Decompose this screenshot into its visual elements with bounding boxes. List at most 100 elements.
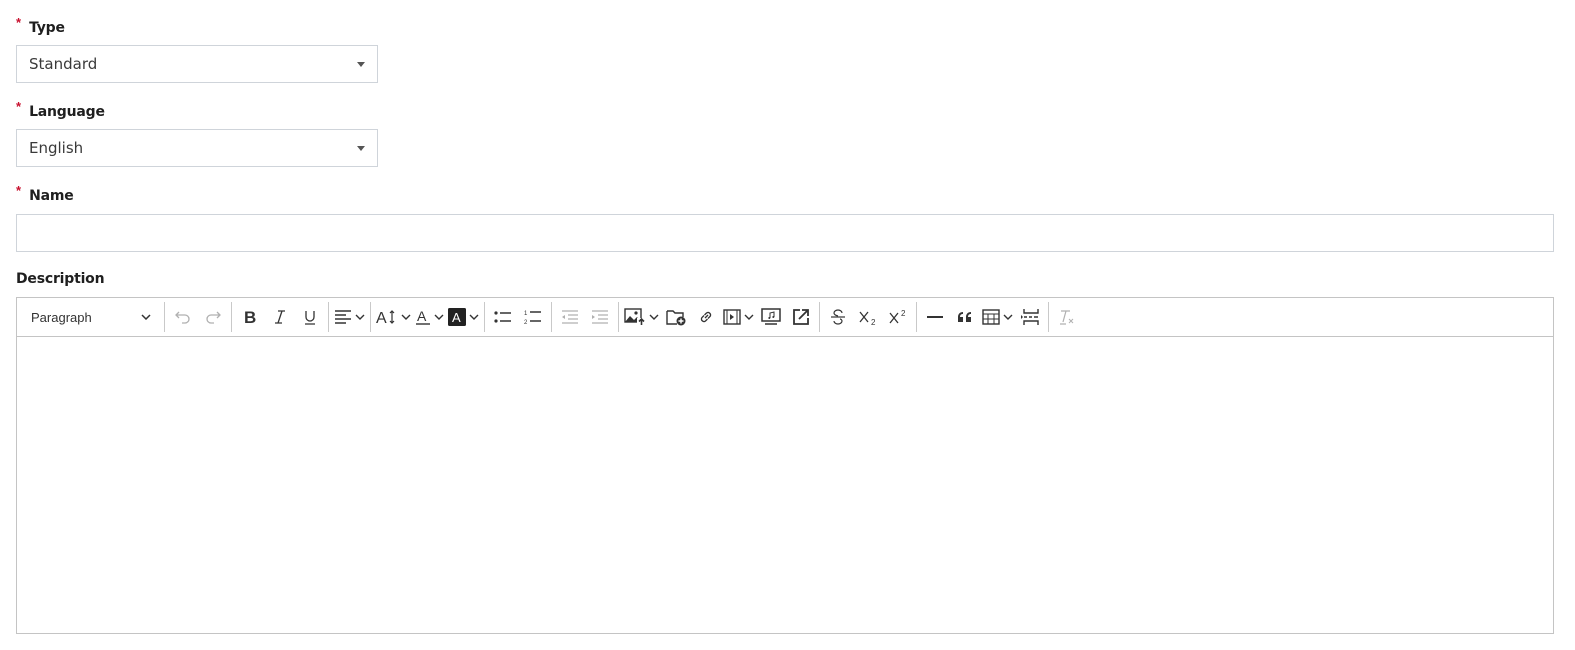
table-icon: [982, 309, 1000, 325]
toolbar-separator: [618, 302, 619, 332]
remove-format-button[interactable]: [1052, 301, 1082, 333]
undo-button[interactable]: [168, 301, 198, 333]
page-break-icon: [1021, 309, 1039, 325]
indent-button[interactable]: [585, 301, 615, 333]
chevron-down-icon: [469, 314, 479, 320]
font-background-color-dropdown[interactable]: A: [446, 301, 481, 333]
file-manager-button[interactable]: [661, 301, 691, 333]
italic-button[interactable]: [265, 301, 295, 333]
svg-text:A: A: [376, 310, 387, 325]
font-size-icon: A: [376, 310, 395, 325]
open-external-button[interactable]: [786, 301, 816, 333]
bulleted-list-icon: [494, 311, 511, 323]
svg-text:1: 1: [524, 311, 528, 317]
subscript-icon: 2: [859, 311, 876, 326]
redo-icon: [206, 311, 221, 324]
chevron-down-icon: [649, 314, 659, 320]
toolbar-separator: [484, 302, 485, 332]
language-label-row: * Language: [16, 99, 105, 120]
font-color-dropdown[interactable]: A: [413, 301, 446, 333]
rich-text-editor: Paragraph B A A A 1 2 2 2: [16, 297, 1554, 634]
redo-button[interactable]: [198, 301, 228, 333]
chevron-down-icon: [1003, 314, 1013, 320]
required-asterisk: *: [16, 15, 22, 30]
bulleted-list-button[interactable]: [488, 301, 518, 333]
link-icon: [700, 311, 712, 323]
quote-icon: [958, 312, 971, 322]
svg-text:B: B: [244, 309, 256, 325]
chevron-down-icon: [434, 314, 444, 320]
italic-icon: [275, 310, 285, 324]
svg-text:2: 2: [524, 320, 528, 325]
description-editor-content[interactable]: [17, 337, 1553, 633]
description-label-row: Description: [16, 271, 105, 287]
chevron-down-icon: [744, 314, 754, 320]
toolbar-separator: [1048, 302, 1049, 332]
alignment-dropdown[interactable]: [332, 301, 367, 333]
name-input[interactable]: [16, 214, 1554, 252]
page-break-button[interactable]: [1015, 301, 1045, 333]
align-left-icon: [335, 310, 351, 324]
monitor-music-icon: [761, 308, 781, 325]
required-asterisk: *: [16, 183, 22, 198]
outdent-button[interactable]: [555, 301, 585, 333]
heading-dropdown[interactable]: Paragraph: [21, 301, 161, 333]
numbered-list-icon: 12: [524, 311, 541, 325]
numbered-list-button[interactable]: 12: [518, 301, 548, 333]
type-label: Type: [29, 20, 65, 36]
outdent-icon: [562, 310, 578, 324]
caret-down-icon: [357, 146, 365, 151]
horizontal-line-icon: [927, 316, 943, 318]
heading-dropdown-value: Paragraph: [31, 309, 92, 325]
strikethrough-button[interactable]: [823, 301, 853, 333]
svg-text:2: 2: [871, 318, 876, 326]
svg-text:2: 2: [901, 309, 906, 318]
name-label: Name: [29, 188, 74, 204]
subscript-button[interactable]: 2: [853, 301, 883, 333]
caret-down-icon: [357, 62, 365, 67]
font-size-dropdown[interactable]: A: [374, 301, 413, 333]
required-asterisk: *: [16, 99, 22, 114]
name-label-row: * Name: [16, 183, 74, 204]
font-color-icon: A: [416, 308, 430, 325]
bold-button[interactable]: B: [235, 301, 265, 333]
type-select-value: Standard: [29, 55, 98, 73]
image-upload-dropdown[interactable]: [622, 301, 661, 333]
media-embed-dropdown[interactable]: [721, 301, 756, 333]
html-embed-button[interactable]: [756, 301, 786, 333]
folder-add-icon: [666, 310, 686, 326]
chevron-down-icon: [355, 314, 365, 320]
indent-icon: [592, 310, 608, 324]
insert-table-dropdown[interactable]: [980, 301, 1015, 333]
type-label-row: * Type: [16, 15, 65, 36]
svg-text:A: A: [452, 310, 461, 325]
bold-icon: B: [244, 309, 256, 325]
toolbar-separator: [370, 302, 371, 332]
language-label: Language: [29, 104, 105, 120]
link-button[interactable]: [691, 301, 721, 333]
language-select[interactable]: English: [16, 129, 378, 167]
underline-icon: [305, 311, 315, 325]
toolbar-separator: [551, 302, 552, 332]
font-background-color-icon: A: [448, 308, 466, 326]
image-upload-icon: [624, 308, 646, 326]
description-label: Description: [16, 271, 105, 287]
superscript-button[interactable]: 2: [883, 301, 913, 333]
toolbar-separator: [916, 302, 917, 332]
type-select[interactable]: Standard: [16, 45, 378, 83]
toolbar-separator: [328, 302, 329, 332]
external-link-icon: [793, 309, 809, 325]
underline-button[interactable]: [295, 301, 325, 333]
svg-text:A: A: [417, 308, 427, 324]
language-select-value: English: [29, 139, 84, 157]
toolbar-separator: [231, 302, 232, 332]
toolbar-separator: [164, 302, 165, 332]
horizontal-line-button[interactable]: [920, 301, 950, 333]
undo-icon: [175, 311, 190, 324]
block-quote-button[interactable]: [950, 301, 980, 333]
chevron-down-icon: [141, 314, 151, 320]
toolbar-separator: [819, 302, 820, 332]
remove-format-icon: [1060, 310, 1074, 325]
chevron-down-icon: [401, 314, 411, 320]
media-embed-icon: [723, 309, 741, 325]
